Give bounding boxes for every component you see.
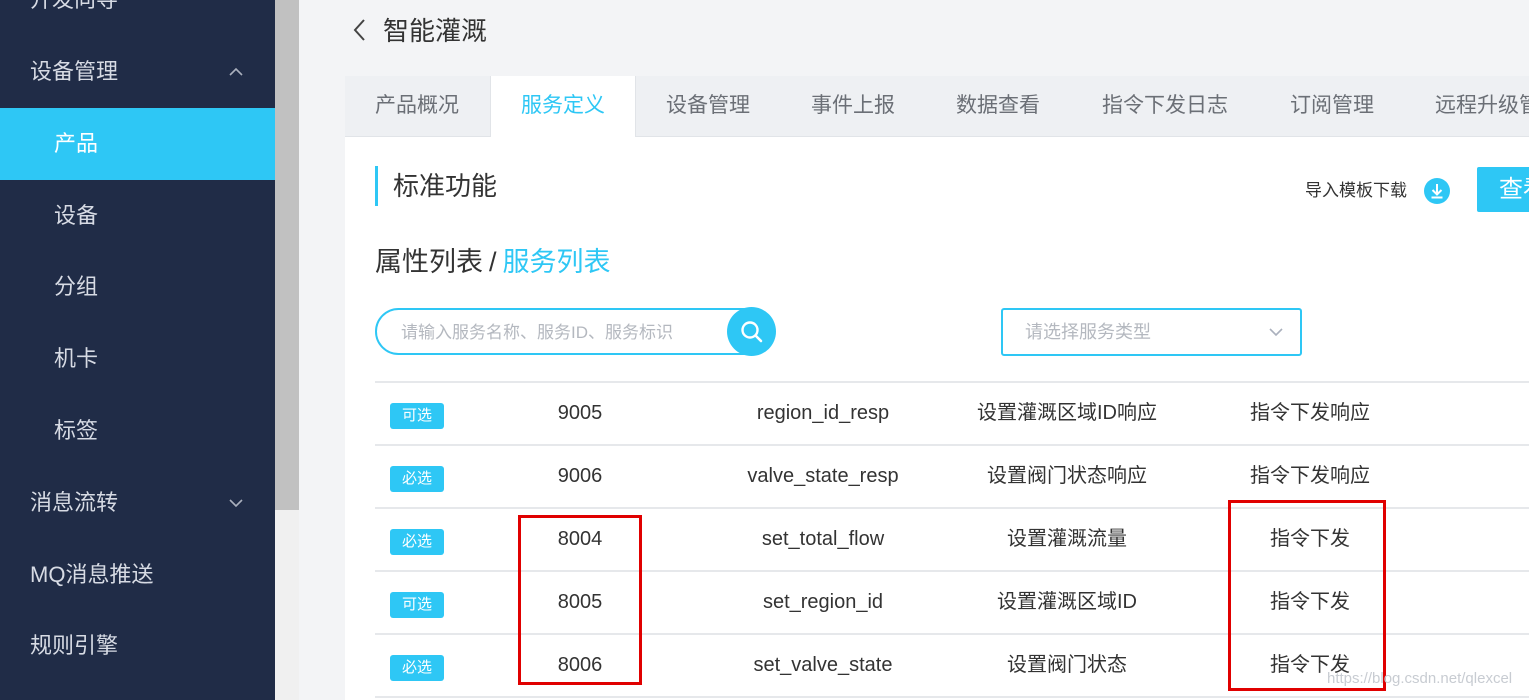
table-row[interactable]: 可选 9005 region_id_resp 设置灌溉区域ID响应 指令下发响应 bbox=[375, 383, 1529, 446]
tab-remote-upgrade[interactable]: 远程升级管 bbox=[1435, 76, 1529, 136]
sidebar-item-group[interactable]: 分组 bbox=[0, 251, 275, 323]
sidebar-item-rule-engine[interactable]: 规则引擎 bbox=[0, 610, 275, 682]
requirement-badge: 必选 bbox=[390, 529, 444, 555]
sidebar-item-tag[interactable]: 标签 bbox=[0, 395, 275, 467]
service-identifier-cell: set_region_id bbox=[762, 591, 884, 613]
annotation-box-service-ids bbox=[518, 515, 642, 685]
search-box bbox=[375, 308, 775, 355]
tab-command-log[interactable]: 指令下发日志 bbox=[1102, 76, 1228, 136]
view-button[interactable]: 查看 bbox=[1477, 167, 1529, 212]
page-title: 智能灌溉 bbox=[383, 16, 488, 46]
requirement-badge: 可选 bbox=[390, 403, 444, 429]
property-list-link[interactable]: 属性列表 bbox=[375, 247, 483, 277]
service-identifier-cell: set_total_flow bbox=[761, 528, 885, 550]
import-template-download-link[interactable]: 导入模板下载 bbox=[1305, 178, 1407, 204]
tab-data-view[interactable]: 数据查看 bbox=[956, 76, 1040, 136]
tab-subscription-management[interactable]: 订阅管理 bbox=[1290, 76, 1374, 136]
service-identifier-cell: set_valve_state bbox=[753, 654, 893, 676]
watermark: https://blog.csdn.net/qlexcel bbox=[1327, 670, 1513, 687]
section-accent-bar bbox=[375, 166, 378, 206]
service-list-link[interactable]: 服务列表 bbox=[503, 247, 611, 277]
requirement-badge: 必选 bbox=[390, 466, 444, 492]
chevron-up-icon bbox=[227, 36, 245, 108]
service-name-cell: 设置灌溉区域ID bbox=[997, 591, 1137, 613]
download-icon[interactable] bbox=[1423, 177, 1451, 205]
sidebar-item-dev-guide[interactable]: 开发向导 bbox=[0, 0, 275, 36]
sidebar-group-label: 设备管理 bbox=[30, 59, 119, 84]
service-id-cell: 9005 bbox=[557, 402, 603, 424]
service-type-cell: 指令下发响应 bbox=[1250, 465, 1370, 487]
service-name-cell: 设置阀门状态 bbox=[1007, 654, 1127, 676]
chevron-down-icon bbox=[1269, 328, 1283, 337]
sidebar-item-sim-card[interactable]: 机卡 bbox=[0, 323, 275, 395]
service-type-cell: 指令下发响应 bbox=[1250, 402, 1370, 424]
sidebar-group-device-mgmt[interactable]: 设备管理 bbox=[0, 36, 275, 108]
list-separator: / bbox=[489, 247, 497, 277]
service-type-placeholder: 请选择服务类型 bbox=[1025, 322, 1151, 342]
tab-product-overview[interactable]: 产品概况 bbox=[375, 76, 459, 136]
tab-event-report[interactable]: 事件上报 bbox=[811, 76, 895, 136]
tab-bar: 产品概况 服务定义 设备管理 事件上报 数据查看 指令下发日志 订阅管理 远程升… bbox=[345, 76, 1529, 137]
service-name-cell: 设置阀门状态响应 bbox=[987, 465, 1147, 487]
search-icon bbox=[740, 320, 762, 342]
service-identifier-cell: valve_state_resp bbox=[747, 465, 899, 487]
sidebar-item-device[interactable]: 设备 bbox=[0, 180, 275, 252]
requirement-badge: 必选 bbox=[390, 655, 444, 681]
sidebar-item-product[interactable]: 产品 bbox=[0, 108, 275, 180]
requirement-badge: 可选 bbox=[390, 592, 444, 618]
tab-device-management[interactable]: 设备管理 bbox=[666, 76, 750, 136]
service-id-cell: 9006 bbox=[557, 465, 603, 487]
back-arrow-icon[interactable] bbox=[348, 14, 372, 46]
list-toggle: 属性列表 / 服务列表 bbox=[375, 243, 611, 281]
service-identifier-cell: region_id_resp bbox=[756, 402, 890, 424]
service-name-cell: 设置灌溉区域ID响应 bbox=[977, 402, 1157, 424]
sidebar-group-label: 消息流转 bbox=[30, 490, 119, 515]
chevron-down-icon bbox=[227, 467, 245, 539]
service-type-select[interactable]: 请选择服务类型 bbox=[1001, 308, 1302, 356]
sidebar-group-message-flow[interactable]: 消息流转 bbox=[0, 467, 275, 539]
service-name-cell: 设置灌溉流量 bbox=[1007, 528, 1127, 550]
annotation-box-service-types bbox=[1228, 500, 1386, 691]
scrollbar-thumb[interactable] bbox=[275, 0, 299, 510]
section-title: 标准功能 bbox=[393, 171, 498, 201]
tab-service-definition[interactable]: 服务定义 bbox=[490, 76, 636, 137]
sidebar-item-mq-push[interactable]: MQ消息推送 bbox=[0, 539, 275, 611]
search-button[interactable] bbox=[727, 307, 776, 356]
search-input[interactable] bbox=[399, 310, 733, 355]
sidebar: 开发向导 设备管理 产品 设备 分组 机卡 标签 消息流转 MQ消息推送 规则引… bbox=[0, 0, 275, 700]
